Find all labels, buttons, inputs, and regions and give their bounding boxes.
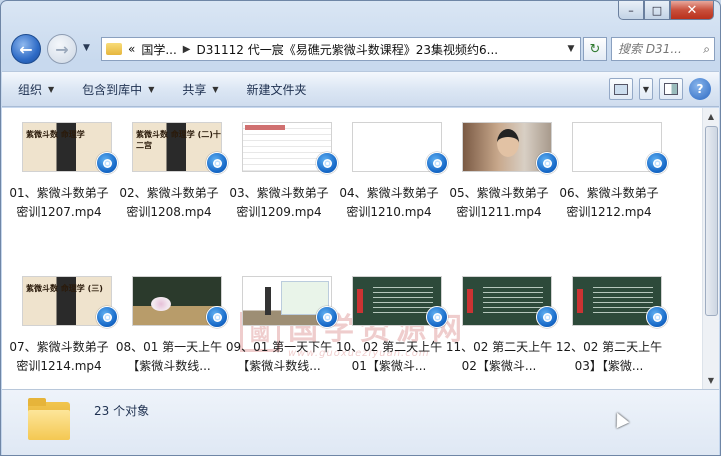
share-menu[interactable]: 共享 ▼ [182,81,218,98]
media-player-icon [646,306,668,328]
explorer-window: – □ ✕ ← → ▼ « 国学... ▶ D31112 代一宸《易礁元紫微斗数… [0,0,721,456]
file-name: 10、02 第二天上午01【紫微斗... [335,340,443,373]
window-caption-buttons: – □ ✕ [618,1,714,20]
search-input[interactable] [618,42,696,56]
scroll-up-icon[interactable]: ▲ [703,108,719,125]
file-name: 08、01 第一天上午【紫微斗数线... [115,340,223,373]
help-button[interactable]: ? [689,78,711,100]
refresh-button[interactable]: ↻ [583,37,607,61]
breadcrumb-item-root[interactable]: 国学... [141,41,176,58]
breadcrumb-separator-icon[interactable]: ▶ [183,44,191,55]
folder-icon [106,43,122,55]
thumbnail-caption: 紫微斗数 命理学 (二)十二宫 [136,130,221,150]
file-item[interactable]: 12、02 第二天上午03】【紫微... [554,262,668,373]
details-pane: 23 个对象 [2,389,719,455]
preview-pane-icon [664,83,678,95]
command-bar: 组织 ▼ 包含到库中 ▼ 共享 ▼ 新建文件夹 ▼ ? [2,71,719,107]
navigation-bar: ← → ▼ « 国学... ▶ D31112 代一宸《易礁元紫微斗数课程》23集… [7,34,715,64]
file-name: 06、紫微斗数弟子密训1212.mp4 [559,186,659,219]
chevron-down-icon: ▼ [48,84,55,94]
file-item[interactable]: 11、02 第二天上午02【紫微斗... [444,262,558,373]
folder-icon [28,398,72,442]
file-list-view[interactable]: 國 国学资源网 www.guoxueziyuan.com 紫微斗数 命理学 01、… [2,108,702,389]
share-label: 共享 [182,82,207,97]
minimize-button[interactable]: – [618,1,644,20]
vertical-scrollbar[interactable]: ▲ ▼ [702,108,719,389]
file-item[interactable]: 03、紫微斗数弟子密训1209.mp4 [224,108,338,219]
scroll-down-icon[interactable]: ▼ [703,372,719,389]
file-name: 05、紫微斗数弟子密训1211.mp4 [449,186,549,219]
organize-label: 组织 [18,82,43,97]
file-item[interactable]: 05、紫微斗数弟子密训1211.mp4 [444,108,558,219]
file-item[interactable]: 紫微斗数 命理学 (二)十二宫 02、紫微斗数弟子密训1208.mp4 [114,108,228,219]
file-name: 01、紫微斗数弟子密训1207.mp4 [9,186,109,219]
media-player-icon [646,152,668,174]
large-icons-view-icon [614,83,628,95]
view-options-dropdown[interactable]: ▼ [639,78,653,100]
address-dropdown-icon[interactable]: ▼ [562,44,580,54]
maximize-button[interactable]: □ [644,1,670,20]
search-icon[interactable]: ⌕ [703,42,710,57]
file-name: 04、紫微斗数弟子密训1210.mp4 [339,186,439,219]
search-box[interactable]: ⌕ [611,37,715,61]
thumbnail-caption: 紫微斗数 命理学 (三) [26,284,103,293]
new-folder-button[interactable]: 新建文件夹 [247,81,307,98]
organize-menu[interactable]: 组织 ▼ [18,81,54,98]
breadcrumb-item-current[interactable]: D31112 代一宸《易礁元紫微斗数课程》23集视频约6... [197,41,499,58]
thumbnail-caption: 紫微斗数 命理学 [26,130,85,139]
back-button[interactable]: ← [11,34,41,64]
address-bar[interactable]: « 国学... ▶ D31112 代一宸《易礁元紫微斗数课程》23集视频约6..… [101,37,581,61]
file-item[interactable]: 紫微斗数 命理学 01、紫微斗数弟子密训1207.mp4 [4,108,118,219]
scroll-thumb[interactable] [705,126,718,316]
file-name: 11、02 第二天上午02【紫微斗... [445,340,553,373]
forward-button[interactable]: → [47,34,77,64]
file-item[interactable]: 09、01 第一天下午【紫微斗数线... [224,262,338,373]
file-name: 07、紫微斗数弟子密训1214.mp4 [9,340,109,373]
preview-pane-button[interactable] [659,78,683,100]
chevron-down-icon: ▼ [212,84,219,94]
chevron-down-icon: ▼ [148,84,155,94]
new-folder-label: 新建文件夹 [246,82,307,97]
file-item[interactable]: 06、紫微斗数弟子密训1212.mp4 [554,108,668,219]
close-button[interactable]: ✕ [670,1,714,20]
view-controls: ▼ ? [609,78,711,100]
file-name: 09、01 第一天下午【紫微斗数线... [225,340,333,373]
file-name: 12、02 第二天上午03】【紫微... [555,340,663,373]
file-item[interactable]: 10、02 第二天上午01【紫微斗... [334,262,448,373]
include-in-library-menu[interactable]: 包含到库中 ▼ [82,81,154,98]
recent-pages-dropdown[interactable]: ▼ [83,43,90,53]
include-in-library-label: 包含到库中 [82,82,143,97]
file-item[interactable]: 08、01 第一天上午【紫微斗数线... [114,262,228,373]
file-name: 02、紫微斗数弟子密训1208.mp4 [119,186,219,219]
item-count: 23 个对象 [94,404,150,418]
breadcrumb-overflow[interactable]: « [128,42,135,56]
file-item[interactable]: 紫微斗数 命理学 (三) 07、紫微斗数弟子密训1214.mp4 [4,262,118,373]
file-name: 03、紫微斗数弟子密训1209.mp4 [229,186,329,219]
file-item[interactable]: 04、紫微斗数弟子密训1210.mp4 [334,108,448,219]
change-view-button[interactable] [609,78,633,100]
